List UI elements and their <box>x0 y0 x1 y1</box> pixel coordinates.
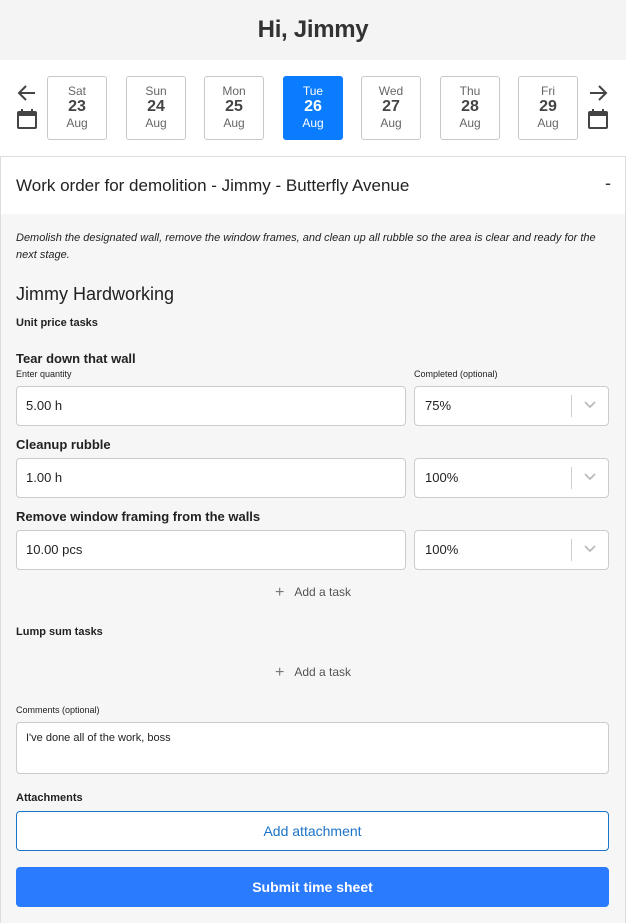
comments-textarea[interactable]: I've done all of the work, boss <box>16 722 609 774</box>
day-name: Wed <box>378 84 404 98</box>
page-header: Hi, Jimmy <box>0 0 626 60</box>
day-number: 27 <box>382 98 400 115</box>
day-name: Sun <box>145 84 167 98</box>
quantity-input[interactable]: 10.00 pcs <box>16 530 406 570</box>
day-name: Tue <box>302 84 324 98</box>
task-name: Cleanup rubble <box>16 437 111 452</box>
day-name: Mon <box>222 84 246 98</box>
day-number: 29 <box>539 98 557 115</box>
arrow-left-icon[interactable] <box>17 84 37 102</box>
task-name: Tear down that wall <box>16 351 136 366</box>
day-mon-25[interactable]: Mon 25 Aug <box>204 76 264 140</box>
day-name: Thu <box>459 84 481 98</box>
add-unit-price-task-button[interactable]: + Add a task <box>1 584 625 602</box>
completed-value: 100% <box>425 542 459 557</box>
attachments-heading: Attachments <box>16 792 83 804</box>
day-sun-24[interactable]: Sun 24 Aug <box>126 76 186 140</box>
task-name: Remove window framing from the walls <box>16 509 261 524</box>
day-name: Fri <box>541 84 555 98</box>
day-month: Aug <box>537 116 559 130</box>
collapse-toggle[interactable]: - <box>605 173 611 194</box>
chevron-down-icon <box>584 545 596 553</box>
chevron-down-icon <box>584 401 596 409</box>
add-task-label: Add a task <box>294 585 352 599</box>
day-number: 23 <box>68 98 86 115</box>
add-attachment-button[interactable]: Add attachment <box>16 811 609 851</box>
plus-icon: + <box>274 664 285 681</box>
date-selector: Sat 23 Aug Sun 24 Aug Mon 25 Aug Tue 26 … <box>0 60 626 156</box>
day-thu-28[interactable]: Thu 28 Aug <box>440 76 500 140</box>
day-month: Aug <box>145 116 167 130</box>
day-wed-27[interactable]: Wed 27 Aug <box>361 76 421 140</box>
chevron-down-icon <box>584 473 596 481</box>
add-task-label: Add a task <box>294 665 352 679</box>
greeting-title: Hi, Jimmy <box>257 16 369 43</box>
completed-select[interactable]: 100% <box>414 530 609 570</box>
next-week-controls <box>587 84 609 130</box>
day-month: Aug <box>223 116 245 130</box>
day-tue-26-selected[interactable]: Tue 26 Aug <box>283 76 343 140</box>
comments-label: Comments (optional) <box>16 705 100 715</box>
completed-label: Completed (optional) <box>414 369 498 379</box>
worker-name: Jimmy Hardworking <box>16 284 175 304</box>
unit-price-tasks-heading: Unit price tasks <box>16 317 98 329</box>
day-number: 24 <box>147 98 165 115</box>
calendar-icon[interactable] <box>587 108 609 130</box>
select-separator <box>571 467 572 489</box>
day-month: Aug <box>66 116 88 130</box>
add-lump-sum-task-button[interactable]: + Add a task <box>1 664 625 682</box>
previous-week-controls <box>16 84 38 130</box>
day-number: 25 <box>225 98 243 115</box>
completed-value: 100% <box>425 470 459 485</box>
completed-value: 75% <box>425 398 452 413</box>
work-order-card: Work order for demolition - Jimmy - Butt… <box>0 156 626 923</box>
day-sat-23[interactable]: Sat 23 Aug <box>47 76 107 140</box>
day-month: Aug <box>302 116 324 130</box>
lump-sum-tasks-heading: Lump sum tasks <box>16 626 103 638</box>
day-month: Aug <box>459 116 481 130</box>
submit-time-sheet-button[interactable]: Submit time sheet <box>16 867 609 907</box>
plus-icon: + <box>274 584 285 601</box>
work-order-header[interactable]: Work order for demolition - Jimmy - Butt… <box>1 157 625 214</box>
completed-select[interactable]: 100% <box>414 458 609 498</box>
day-number: 26 <box>304 98 322 115</box>
day-number: 28 <box>461 98 479 115</box>
arrow-right-icon[interactable] <box>588 84 608 102</box>
work-order-title: Work order for demolition - Jimmy - Butt… <box>16 176 410 195</box>
day-fri-29[interactable]: Fri 29 Aug <box>518 76 578 140</box>
completed-select[interactable]: 75% <box>414 386 609 426</box>
select-separator <box>571 539 572 561</box>
work-order-description: Demolish the designated wall, remove the… <box>16 232 596 261</box>
day-name: Sat <box>67 84 86 98</box>
select-separator <box>571 395 572 417</box>
quantity-label: Enter quantity <box>16 369 72 379</box>
quantity-input[interactable]: 5.00 h <box>16 386 406 426</box>
day-month: Aug <box>380 116 402 130</box>
quantity-input[interactable]: 1.00 h <box>16 458 406 498</box>
calendar-icon[interactable] <box>16 108 38 130</box>
